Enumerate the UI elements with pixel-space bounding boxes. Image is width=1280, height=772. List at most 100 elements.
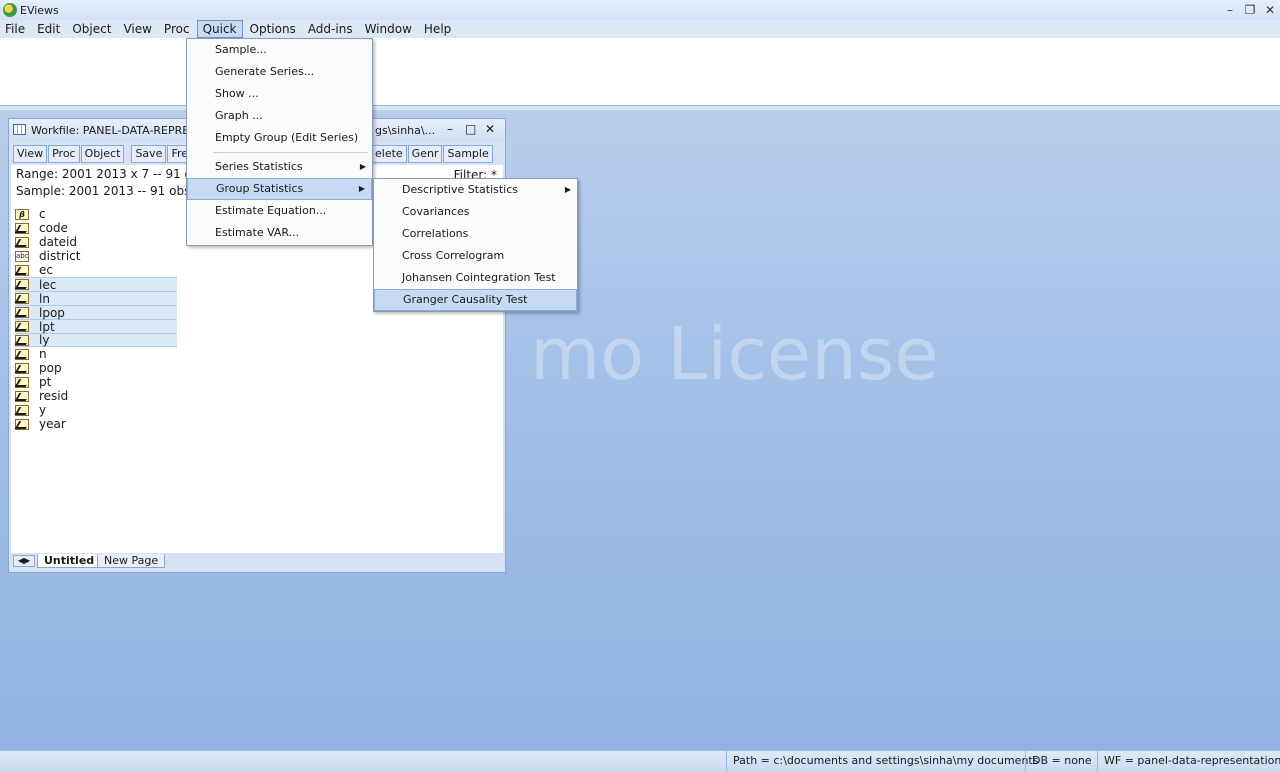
menu-item-johansen-cointegration-test[interactable]: Johansen Cointegration Test xyxy=(374,267,577,289)
save-button[interactable]: Save xyxy=(131,145,167,163)
series-icon xyxy=(15,236,29,248)
menu-file[interactable]: File xyxy=(0,20,30,38)
series-icon xyxy=(15,307,29,318)
list-item[interactable]: lec xyxy=(15,277,177,292)
menu-add-ins[interactable]: Add-ins xyxy=(303,20,358,38)
workfile-icon xyxy=(13,124,26,135)
list-item[interactable]: lpop xyxy=(15,305,177,320)
menu-item-series-statistics[interactable]: Series Statistics ▶ xyxy=(187,156,372,178)
object-name: ec xyxy=(39,263,53,277)
list-item[interactable]: lpt xyxy=(15,319,177,334)
menu-item-empty-group[interactable]: Empty Group (Edit Series) xyxy=(187,127,372,149)
sample-info[interactable]: Sample: 2001 2013 -- 91 obs xyxy=(16,184,190,198)
series-icon xyxy=(15,362,29,374)
list-item[interactable]: ec xyxy=(15,263,177,277)
menu-window[interactable]: Window xyxy=(360,20,417,38)
menu-help[interactable]: Help xyxy=(419,20,456,38)
menu-item-cross-correlogram[interactable]: Cross Correlogram xyxy=(374,245,577,267)
series-icon xyxy=(15,321,29,332)
list-item[interactable]: dateid xyxy=(15,235,177,249)
object-name: y xyxy=(39,403,47,417)
list-item[interactable]: pt xyxy=(15,375,177,389)
list-item[interactable]: code xyxy=(15,221,177,235)
menu-options[interactable]: Options xyxy=(245,20,301,38)
close-icon[interactable]: ✕ xyxy=(1260,3,1280,17)
list-item[interactable]: ln xyxy=(15,291,177,306)
list-item[interactable]: resid xyxy=(15,389,177,403)
menu-separator xyxy=(213,152,368,153)
series-icon xyxy=(15,293,29,304)
tab-scroll-arrows-icon[interactable]: ◀▶ xyxy=(13,555,35,567)
list-item[interactable]: abc district xyxy=(15,249,177,263)
series-icon xyxy=(15,376,29,388)
object-name: year xyxy=(39,417,66,431)
series-icon xyxy=(15,418,29,430)
object-button[interactable]: Object xyxy=(80,145,125,163)
list-item[interactable]: pop xyxy=(15,361,177,375)
range-info[interactable]: Range: 2001 2013 x 7 -- 91 o xyxy=(16,167,192,181)
sample-button[interactable]: Sample xyxy=(443,145,493,163)
proc-button[interactable]: Proc xyxy=(48,145,80,163)
submenu-arrow-icon: ▶ xyxy=(358,184,365,193)
minimize-icon[interactable]: – xyxy=(1220,3,1240,17)
menu-view[interactable]: View xyxy=(118,20,156,38)
submenu-arrow-icon: ▶ xyxy=(564,185,571,194)
genr-button[interactable]: Genr xyxy=(407,145,443,163)
list-item[interactable]: ly xyxy=(15,333,177,347)
status-path: Path = c:\documents and settings\sinha\m… xyxy=(726,751,1044,772)
menu-item-granger-causality-test[interactable]: Granger Causality Test xyxy=(374,289,577,311)
list-item[interactable]: βc xyxy=(15,207,177,221)
submenu-arrow-icon: ▶ xyxy=(359,162,366,171)
menu-quick[interactable]: Quick xyxy=(196,20,243,38)
tab-untitled[interactable]: Untitled xyxy=(37,554,102,568)
maximize-icon[interactable]: □ xyxy=(465,122,476,136)
object-name: c xyxy=(39,207,46,221)
close-icon[interactable]: ✕ xyxy=(485,122,495,136)
status-wf: WF = panel-data-representation xyxy=(1097,751,1280,772)
menu-item-label: Series Statistics xyxy=(215,160,303,173)
eviews-logo-icon xyxy=(3,3,17,17)
delete-button[interactable]: elete xyxy=(371,145,407,163)
list-item[interactable]: year xyxy=(15,417,177,431)
series-icon xyxy=(15,264,29,276)
workfile-title: Workfile: PANEL-DATA-REPRES xyxy=(31,124,197,137)
list-item[interactable]: y xyxy=(15,403,177,417)
workfile-toolbar: View Proc Object Save Freeze xyxy=(13,145,212,163)
menu-proc[interactable]: Proc xyxy=(159,20,195,38)
object-name: lec xyxy=(39,277,57,292)
list-item[interactable]: n xyxy=(15,347,177,361)
menu-edit[interactable]: Edit xyxy=(32,20,65,38)
group-statistics-submenu: Descriptive Statistics ▶ Covariances Corr… xyxy=(373,178,578,312)
menu-item-estimate-equation[interactable]: Estimate Equation... xyxy=(187,200,372,222)
workfile-path: gs\sinha\... xyxy=(375,124,436,137)
menu-object[interactable]: Object xyxy=(67,20,116,38)
window-title: EViews xyxy=(20,3,59,17)
tab-new-page[interactable]: New Page xyxy=(97,554,166,568)
menu-item-label: Group Statistics xyxy=(216,182,304,195)
minimize-icon[interactable]: – xyxy=(447,122,453,136)
menu-item-graph[interactable]: Graph ... xyxy=(187,105,372,127)
object-name: resid xyxy=(39,389,69,403)
object-name: n xyxy=(39,347,47,361)
menu-item-generate-series[interactable]: Generate Series... xyxy=(187,61,372,83)
object-name: ly xyxy=(39,333,50,347)
menu-item-group-statistics[interactable]: Group Statistics ▶ xyxy=(187,178,372,200)
status-db: DB = none xyxy=(1025,751,1098,772)
object-name: pop xyxy=(39,361,62,375)
menu-item-show[interactable]: Show ... xyxy=(187,83,372,105)
view-button[interactable]: View xyxy=(13,145,48,163)
menu-item-correlations[interactable]: Correlations xyxy=(374,223,577,245)
menu-item-descriptive-statistics[interactable]: Descriptive Statistics ▶ xyxy=(374,179,577,201)
menu-item-covariances[interactable]: Covariances xyxy=(374,201,577,223)
restore-icon[interactable]: ❐ xyxy=(1240,3,1260,17)
menu-item-sample[interactable]: Sample... xyxy=(187,39,372,61)
series-icon xyxy=(15,222,29,234)
object-name: code xyxy=(39,221,68,235)
series-icon xyxy=(15,279,29,290)
demo-license-watermark: mo License xyxy=(530,312,939,396)
coefficient-icon: β xyxy=(15,208,29,220)
status-bar: Path = c:\documents and settings\sinha\m… xyxy=(0,750,1280,772)
quick-menu: Sample... Generate Series... Show ... Gr… xyxy=(186,38,373,246)
series-icon xyxy=(15,348,29,360)
menu-item-estimate-var[interactable]: Estimate VAR... xyxy=(187,222,372,244)
